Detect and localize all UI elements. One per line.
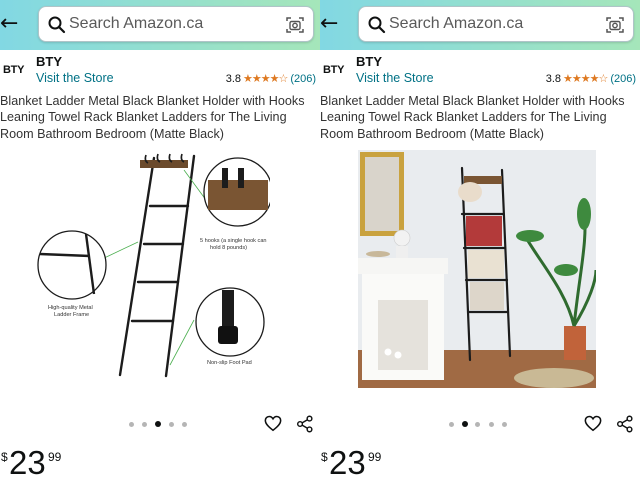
price-currency: $ bbox=[1, 450, 8, 464]
carousel-dot-active[interactable] bbox=[462, 421, 468, 427]
product-title: Blanket Ladder Metal Black Blanket Holde… bbox=[320, 94, 625, 141]
rating[interactable]: 3.8 ★★★★☆ (206) bbox=[546, 72, 636, 85]
search-input[interactable] bbox=[69, 7, 279, 41]
rating-count[interactable]: (206) bbox=[610, 73, 636, 85]
rating[interactable]: 3.8 ★★★★☆ (206) bbox=[226, 72, 316, 85]
callout-hooks-line2: hold 8 pounds) bbox=[210, 245, 247, 251]
callout-hooks-line1: 5 hooks (a single hook can bbox=[200, 238, 267, 244]
rating-count[interactable]: (206) bbox=[290, 73, 316, 85]
search-icon bbox=[368, 16, 386, 34]
carousel-dot[interactable] bbox=[449, 422, 454, 427]
rating-value: 3.8 bbox=[545, 72, 561, 85]
product-panel-left: ← BTY BTY Visit the Store 3.8 ★★★★☆ (206… bbox=[0, 0, 320, 486]
star-rating-icon: ★★★★☆ bbox=[563, 72, 608, 85]
brand-row: BTY BTY Visit the Store 3.8 ★★★★☆ (206) bbox=[0, 50, 320, 90]
heart-icon[interactable] bbox=[584, 415, 602, 432]
heart-icon[interactable] bbox=[264, 415, 282, 432]
carousel-dot[interactable] bbox=[142, 422, 147, 427]
search-header: ← bbox=[320, 0, 640, 50]
rating-value: 3.8 bbox=[225, 72, 241, 85]
search-bar[interactable] bbox=[38, 6, 314, 42]
brand-name: BTY bbox=[356, 54, 382, 69]
carousel-dot[interactable] bbox=[475, 422, 480, 427]
price-cents: 99 bbox=[48, 450, 62, 464]
share-icon[interactable] bbox=[296, 415, 314, 433]
visit-store-link[interactable]: Visit the Store bbox=[36, 71, 114, 85]
search-icon bbox=[48, 16, 66, 34]
product-image[interactable]: 5 hooks (a single hook can hold 8 pounds… bbox=[34, 150, 270, 380]
carousel-dot[interactable] bbox=[182, 422, 187, 427]
product-image[interactable] bbox=[358, 150, 596, 388]
product-panel-right: ← BTY BTY Visit the Store 3.8 ★★★★☆ (206… bbox=[320, 0, 640, 486]
brand-logo[interactable]: BTY bbox=[3, 64, 24, 76]
carousel-dot[interactable] bbox=[489, 422, 494, 427]
product-title: Blanket Ladder Metal Black Blanket Holde… bbox=[0, 94, 305, 141]
camera-scan-icon[interactable] bbox=[605, 15, 625, 35]
star-rating-icon: ★★★★☆ bbox=[243, 72, 288, 85]
back-arrow-icon[interactable]: ← bbox=[0, 12, 22, 36]
callout-pad: Non-slip Foot Pad bbox=[207, 360, 252, 366]
brand-logo[interactable]: BTY bbox=[323, 64, 344, 76]
carousel-dot[interactable] bbox=[169, 422, 174, 427]
price-cents: 99 bbox=[368, 450, 382, 464]
search-bar[interactable] bbox=[358, 6, 634, 42]
search-input[interactable] bbox=[389, 7, 599, 41]
price-whole: 23 bbox=[329, 444, 366, 481]
brand-row: BTY BTY Visit the Store 3.8 ★★★★☆ (206) bbox=[320, 50, 640, 90]
callout-frame-line2: Ladder Frame bbox=[54, 312, 89, 318]
carousel-dot-active[interactable] bbox=[155, 421, 161, 427]
visit-store-link[interactable]: Visit the Store bbox=[356, 71, 434, 85]
camera-scan-icon[interactable] bbox=[285, 15, 305, 35]
carousel-dot[interactable] bbox=[502, 422, 507, 427]
ladder-drawing bbox=[118, 154, 196, 378]
callout-frame-line1: High-quality Metal bbox=[48, 305, 93, 311]
share-icon[interactable] bbox=[616, 415, 634, 433]
carousel-dot[interactable] bbox=[129, 422, 134, 427]
price-whole: 23 bbox=[9, 444, 46, 481]
price-currency: $ bbox=[321, 450, 328, 464]
brand-name: BTY bbox=[36, 54, 62, 69]
back-arrow-icon[interactable]: ← bbox=[320, 12, 342, 36]
search-header: ← bbox=[0, 0, 320, 50]
